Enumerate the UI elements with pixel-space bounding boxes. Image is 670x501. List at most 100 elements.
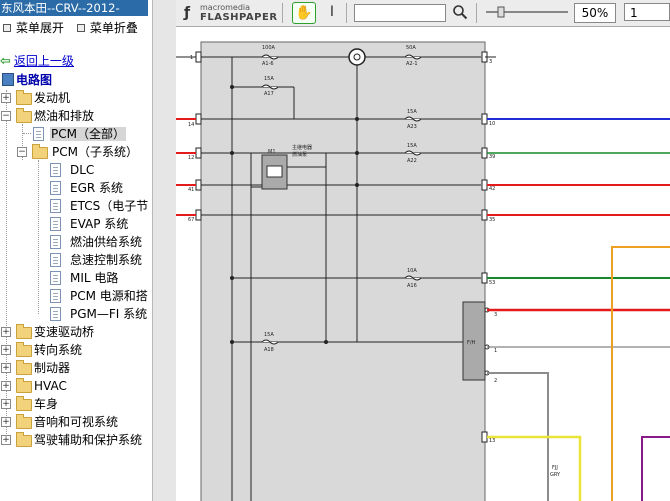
pin-number-label: 14	[188, 122, 194, 128]
document-icon	[50, 289, 61, 303]
tree-item-body[interactable]: 车身	[34, 395, 58, 413]
document-icon	[50, 181, 61, 195]
expand-icon	[3, 24, 11, 32]
pcm-wiring-diagram: 100A A1-6 15A A17 50A A2-1 15A A23 15A A…	[176, 41, 670, 501]
fuse-rating-label: 100A	[262, 45, 276, 51]
menu-expand-button[interactable]: 菜单展开	[0, 21, 64, 35]
relay-coil-icon	[266, 165, 283, 178]
expand-toggle-icon[interactable]: +	[1, 381, 11, 391]
document-icon	[50, 235, 61, 249]
wire-color-label: GRY	[550, 472, 561, 478]
wire-label: FJJ	[552, 465, 558, 471]
tree-item-fuel-supply[interactable]: 燃油供给系统	[70, 233, 142, 251]
toolbar-separator	[346, 3, 347, 23]
tree-item-pcm-subsystem[interactable]: PCM（子系统）	[52, 143, 138, 161]
document-icon	[50, 253, 61, 267]
folder-icon	[16, 324, 32, 339]
tree-item-audio-visual[interactable]: 音响和可视系统	[34, 413, 118, 431]
folder-icon	[16, 342, 32, 357]
pin-number-label: 1	[190, 55, 193, 61]
toolbar-separator	[476, 3, 477, 23]
document-icon	[50, 217, 61, 231]
tree-item-mil[interactable]: MIL 电路	[70, 269, 118, 287]
tree-item-egr[interactable]: EGR 系统	[70, 179, 123, 197]
red-wires-left	[176, 118, 196, 216]
pin-number-label: 12	[188, 155, 194, 161]
main-fuse-icon	[348, 48, 366, 66]
document-icon	[50, 271, 61, 285]
tree-item-dlc[interactable]: DLC	[70, 161, 94, 179]
text-select-tool-button[interactable]: I	[325, 2, 339, 22]
yellow-wire	[487, 435, 582, 501]
fuse-rating-label: 15A	[407, 143, 417, 149]
tree-connector	[23, 133, 31, 134]
relay-name-label: 燃油泵	[292, 151, 307, 158]
tree-item-steering[interactable]: 转向系统	[34, 341, 82, 359]
expand-toggle-icon[interactable]: +	[1, 345, 11, 355]
back-link[interactable]: ⇦ 返回上一级	[0, 53, 74, 70]
pin-number-label: 53	[489, 280, 495, 286]
tree-item-etcs[interactable]: ETCS（电子节	[70, 197, 148, 215]
folder-icon	[16, 360, 32, 375]
pin-number-label: 3	[494, 312, 497, 318]
expand-toggle-icon[interactable]: +	[1, 417, 11, 427]
zoom-level-field[interactable]: 50%	[574, 3, 616, 23]
search-input[interactable]	[354, 4, 446, 22]
folder-icon	[16, 90, 32, 105]
fuse-rating-label: 10A	[407, 268, 417, 274]
back-arrow-icon: ⇦	[0, 54, 11, 69]
open-folder-icon	[16, 108, 32, 123]
tree-item-pcm-all[interactable]: PCM（全部）	[50, 125, 126, 143]
toolbar-separator	[282, 3, 283, 23]
tree-item-fuel-emissions[interactable]: 燃油和排放	[34, 107, 94, 125]
pin-number-label: 10	[489, 121, 495, 127]
tree-item-transmission[interactable]: 变速驱动桥	[34, 323, 94, 341]
document-canvas: 100A A1-6 15A A17 50A A2-1 15A A23 15A A…	[176, 27, 670, 501]
circuit-diagram-icon	[2, 73, 14, 86]
tree-item-evap[interactable]: EVAP 系统	[70, 215, 128, 233]
expand-toggle-icon[interactable]: +	[1, 399, 11, 409]
fuse-rating-label: 15A	[407, 109, 417, 115]
open-folder-icon	[32, 144, 48, 159]
menu-collapse-button[interactable]: 菜单折叠	[74, 21, 138, 35]
tree-connector	[38, 160, 39, 314]
tree-item-hvac[interactable]: HVAC	[34, 377, 67, 395]
fuse-rating-label: 15A	[264, 332, 274, 338]
document-icon	[33, 127, 44, 141]
tree-item-pgm-fi[interactable]: PGM—FI 系统	[70, 305, 147, 323]
fuse-rating-label: 50A	[406, 45, 416, 51]
expand-toggle-icon[interactable]: +	[1, 435, 11, 445]
page-number-field[interactable]: 1	[624, 3, 670, 21]
fuse-id-label: A17	[264, 91, 274, 97]
collapse-toggle-icon[interactable]: −	[1, 111, 11, 121]
document-icon	[50, 163, 61, 177]
fh-connector-pins	[484, 307, 490, 376]
hand-tool-button[interactable]: ✋	[292, 2, 316, 24]
app-title: 东风本田--CRV--2012-	[0, 0, 148, 16]
tree-item-engine[interactable]: 发动机	[34, 89, 70, 107]
search-icon[interactable]	[452, 4, 468, 20]
relay-id-label: M1	[268, 149, 276, 155]
tree-item-driver-assist[interactable]: 驾驶辅助和保护系统	[34, 431, 142, 449]
tree-item-pcm-power[interactable]: PCM 电源和搭	[70, 287, 148, 305]
pin-number-label: 67	[188, 217, 194, 223]
menu-controls: 菜单展开 菜单折叠	[0, 19, 138, 37]
document-icon	[50, 199, 61, 213]
fuse-id-label: A18	[264, 347, 274, 353]
expand-toggle-icon[interactable]: +	[1, 93, 11, 103]
fuse-id-label: A1-6	[262, 61, 274, 67]
pin-number-label: 35	[489, 217, 495, 223]
tree-root-circuit-diagrams[interactable]: 电路图	[16, 71, 52, 89]
collapse-toggle-icon[interactable]: −	[17, 147, 27, 157]
pin-number-label: 3	[489, 59, 492, 65]
expand-toggle-icon[interactable]: +	[1, 363, 11, 373]
folder-icon	[16, 378, 32, 393]
collapse-icon	[76, 24, 85, 32]
document-icon	[50, 307, 61, 321]
tree-item-idle-control[interactable]: 怠速控制系统	[70, 251, 142, 269]
expand-toggle-icon[interactable]: +	[1, 327, 11, 337]
zoom-slider[interactable]	[484, 6, 570, 18]
tree-item-brakes[interactable]: 制动器	[34, 359, 70, 377]
folder-icon	[16, 432, 32, 447]
pin-number-label: 41	[188, 187, 194, 193]
